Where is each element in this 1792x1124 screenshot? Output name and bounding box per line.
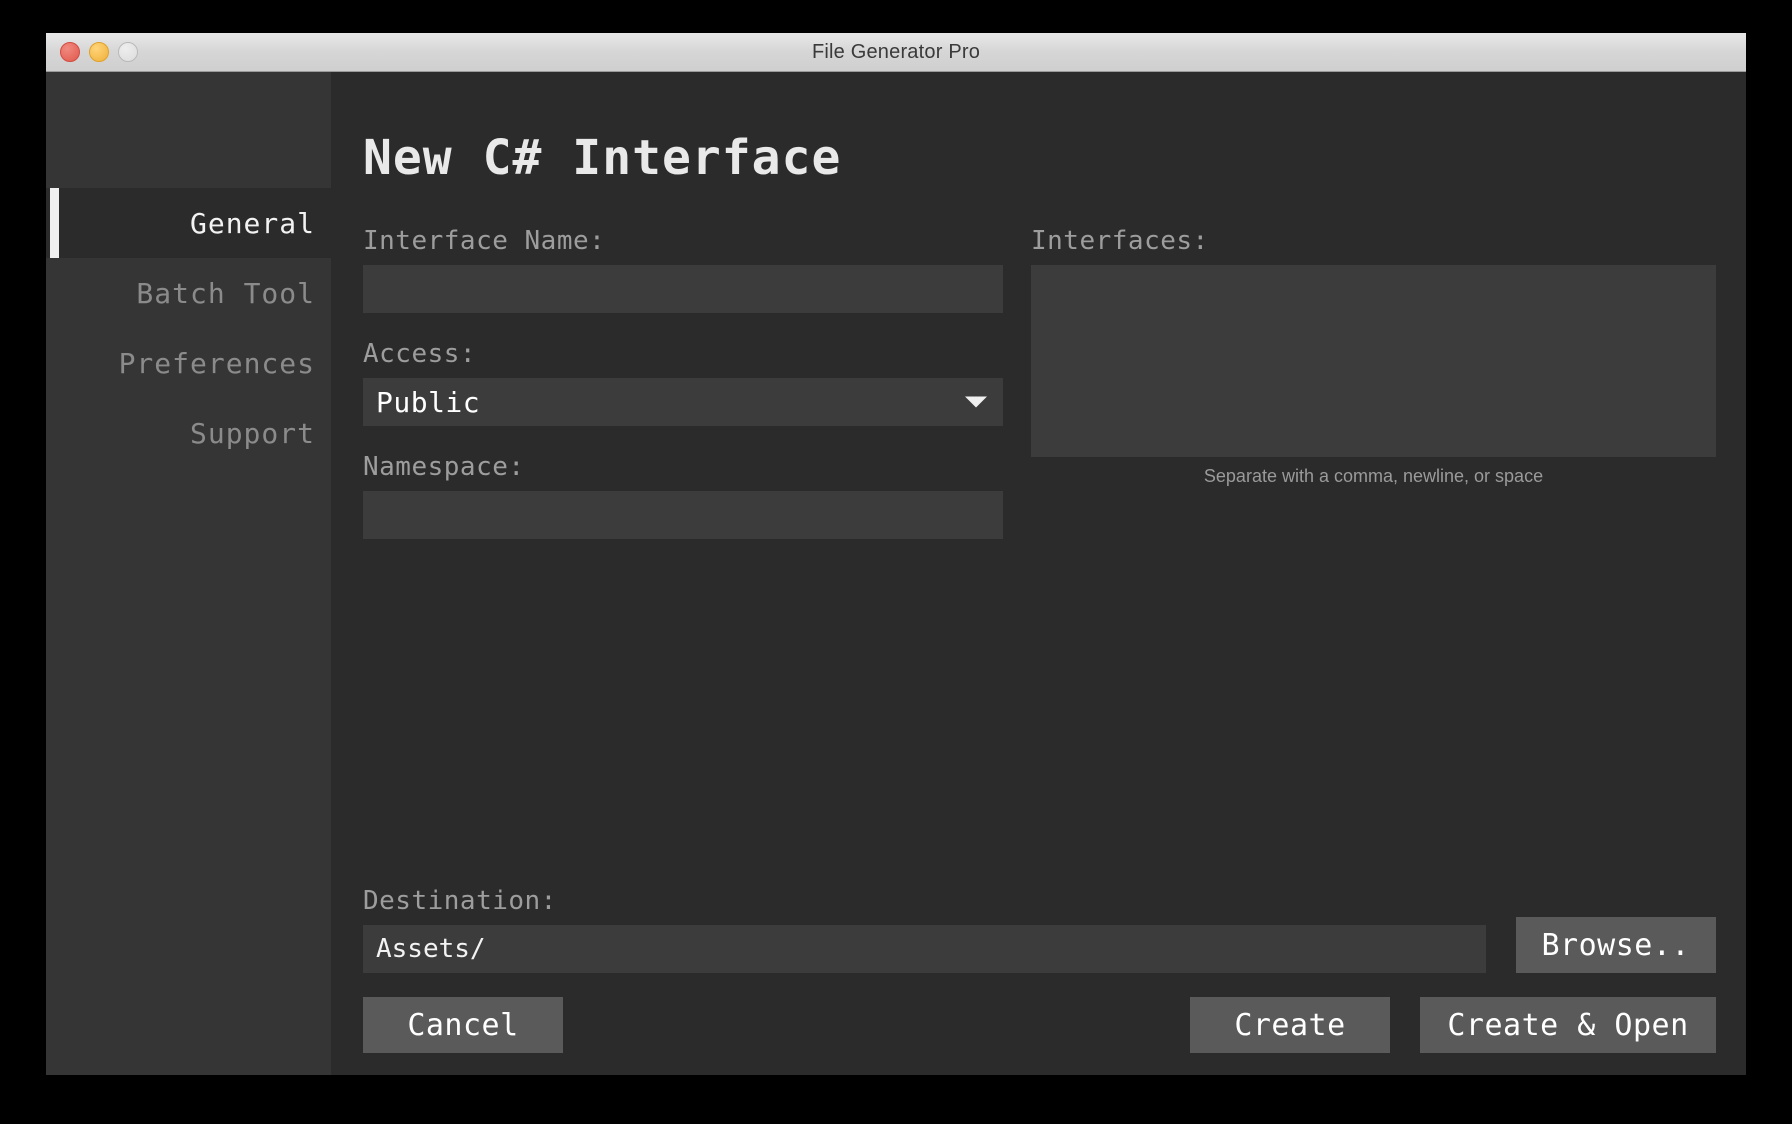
- window-controls: [60, 42, 138, 62]
- form-columns: Interface Name: Access: Public Namespace…: [363, 226, 1716, 565]
- field-namespace: Namespace:: [363, 452, 1003, 539]
- create-button[interactable]: Create: [1190, 997, 1390, 1053]
- sidebar-item-general[interactable]: General: [46, 188, 331, 258]
- interfaces-textarea[interactable]: [1031, 265, 1716, 457]
- namespace-input[interactable]: [363, 491, 1003, 539]
- title-bar: File Generator Pro: [46, 33, 1746, 72]
- form-left-column: Interface Name: Access: Public Namespace…: [363, 226, 1003, 565]
- access-dropdown[interactable]: Public: [363, 378, 1003, 426]
- selection-indicator: [50, 188, 59, 258]
- destination-field: Destination:: [363, 886, 1486, 973]
- sidebar-item-label: Batch Tool: [136, 276, 315, 310]
- interface-name-input[interactable]: [363, 265, 1003, 313]
- minimize-button-icon[interactable]: [89, 42, 109, 62]
- cancel-button[interactable]: Cancel: [363, 997, 563, 1053]
- sidebar-item-label: General: [189, 206, 315, 240]
- main-panel: New C# Interface Interface Name: Access:…: [331, 72, 1746, 1075]
- chevron-down-icon: [965, 396, 987, 408]
- interfaces-hint: Separate with a comma, newline, or space: [1203, 466, 1544, 486]
- sidebar-item-support[interactable]: Support: [46, 398, 331, 468]
- actions-row: Cancel Create Create & Open: [363, 997, 1716, 1053]
- form-right-column: Interfaces: Separate with a comma, newli…: [1031, 226, 1716, 565]
- page-title: New C# Interface: [363, 130, 842, 186]
- sidebar-item-label: Support: [189, 416, 315, 450]
- window-title: File Generator Pro: [811, 40, 981, 63]
- zoom-button-icon[interactable]: [118, 42, 138, 62]
- window-body: General Batch Tool Preferences Support N…: [46, 72, 1746, 1075]
- close-button-icon[interactable]: [60, 42, 80, 62]
- interface-name-label: Interface Name:: [363, 226, 606, 256]
- destination-input[interactable]: [363, 925, 1486, 973]
- namespace-label: Namespace:: [363, 452, 525, 482]
- field-interface-name: Interface Name:: [363, 226, 1003, 313]
- access-label: Access:: [363, 339, 477, 369]
- destination-label: Destination:: [363, 886, 557, 916]
- sidebar-item-batch-tool[interactable]: Batch Tool: [46, 258, 331, 328]
- app-window: File Generator Pro General Batch Tool Pr…: [46, 33, 1746, 1075]
- create-and-open-button[interactable]: Create & Open: [1420, 997, 1716, 1053]
- destination-row: Destination: Browse..: [363, 886, 1716, 973]
- field-access: Access: Public: [363, 339, 1003, 426]
- sidebar-item-label: Preferences: [118, 346, 315, 380]
- access-selected-value: Public: [376, 385, 481, 419]
- interfaces-label: Interfaces:: [1031, 226, 1209, 256]
- browse-button[interactable]: Browse..: [1515, 917, 1716, 973]
- field-interfaces: Interfaces: Separate with a comma, newli…: [1031, 226, 1716, 487]
- sidebar-item-preferences[interactable]: Preferences: [46, 328, 331, 398]
- bottom-section: Destination: Browse.. Cancel Create Crea…: [363, 886, 1716, 1053]
- sidebar: General Batch Tool Preferences Support: [46, 72, 331, 1075]
